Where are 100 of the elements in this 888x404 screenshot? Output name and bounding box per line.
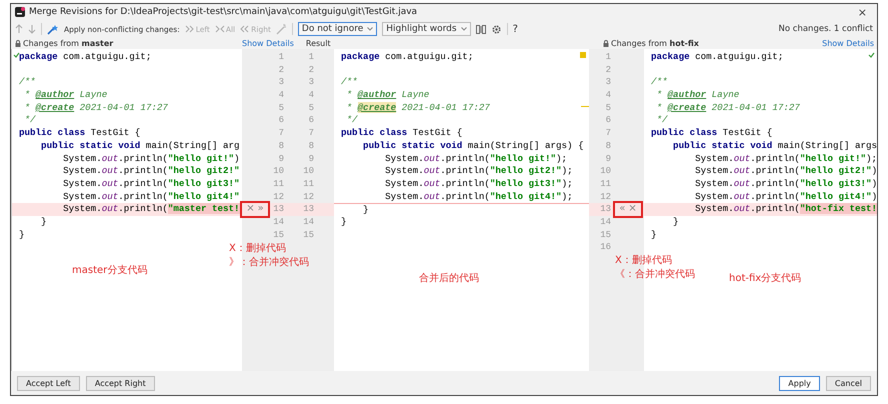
dialog-button[interactable]: Cancel: [826, 376, 871, 390]
accept-button[interactable]: Accept Right: [86, 376, 155, 390]
code-line: }: [19, 228, 25, 240]
line-number: 3: [604, 76, 611, 90]
line-number: 5: [278, 102, 284, 114]
check-icon: [868, 52, 875, 58]
code-line: System.out.println("hello git3!");: [384, 178, 573, 189]
dropdown[interactable]: Highlight words: [382, 22, 471, 36]
conflict-action-button[interactable]: ×: [628, 203, 637, 216]
code-line: public static void main(String[] arg: [40, 140, 240, 151]
conflict-action-button[interactable]: ×: [246, 203, 255, 216]
close-button[interactable]: ×: [852, 6, 873, 18]
line-number: 9: [604, 152, 611, 166]
code-line: System.out.println("hello git3!"): [694, 178, 877, 189]
code-line: package com.atguigu.git;: [651, 51, 784, 62]
lock-icon: [15, 40, 21, 47]
line-number: 5: [604, 102, 611, 114]
code-line: }: [651, 228, 657, 240]
line-number: 5: [308, 102, 314, 114]
line-number: 10: [272, 165, 284, 178]
line-number: 8: [278, 140, 284, 153]
code-line: * @create 2021-04-01 17:27: [656, 102, 800, 113]
merge-status: No changes. 1 conflict: [778, 24, 873, 34]
code-line: */: [24, 114, 36, 126]
code-line: * @create 2021-04-01 17:27: [24, 102, 168, 113]
line-number: 7: [604, 127, 611, 140]
line-number: 10: [599, 165, 611, 178]
code-line: System.out.println("hot-fix test!: [694, 203, 877, 214]
columns-icon[interactable]: [476, 24, 486, 34]
code-line: System.out.println("hello git!"): [62, 152, 240, 164]
line-number: 4: [278, 89, 284, 102]
code-line: public class TestGit {: [19, 127, 140, 138]
code-line: */: [656, 114, 668, 126]
line-number: 2: [278, 64, 284, 76]
code-line: System.out.println("hello git2!": [62, 165, 240, 176]
code-line: public class TestGit {: [651, 127, 772, 138]
line-number: 4: [308, 89, 314, 102]
line-number: 1: [308, 51, 314, 64]
line-number: 2: [604, 64, 611, 76]
line-number: 9: [278, 152, 284, 166]
line-number: 11: [599, 178, 611, 191]
line-number: 9: [308, 152, 314, 166]
annotation-note: 《：合并冲突代码: [615, 268, 695, 282]
annotation-note: X：删掉代码: [229, 242, 287, 256]
code-line: /**: [651, 76, 668, 88]
code-line: }: [672, 216, 679, 227]
line-number: 12: [272, 190, 284, 204]
line-number: 14: [599, 216, 611, 229]
line-number: 14: [302, 216, 314, 229]
line-number: 12: [599, 190, 611, 204]
chevrons-icon: [214, 25, 225, 33]
annotation-label: master分支代码: [72, 264, 148, 277]
show-details-link[interactable]: Show Details: [822, 39, 874, 48]
line-number: 6: [604, 114, 611, 128]
conflict-action-button[interactable]: »: [258, 203, 264, 216]
code-line: package com.atguigu.git;: [19, 51, 152, 62]
line-number: 7: [308, 127, 314, 140]
code-line: public static void main(String[] args: [672, 140, 877, 151]
code-editor[interactable]: [334, 49, 589, 371]
result-header: Result: [306, 39, 331, 48]
dialog-button[interactable]: Apply: [779, 376, 820, 390]
caret-icon: [367, 27, 374, 31]
code-line: System.out.println("hello git3!": [62, 178, 240, 189]
accept-button[interactable]: Accept Left: [17, 376, 80, 390]
line-number: 14: [272, 216, 284, 229]
code-line: /**: [341, 76, 358, 88]
line-number: 6: [308, 114, 314, 128]
code-line: System.out.println("hello git!");: [694, 152, 877, 164]
check-icon: [13, 52, 20, 58]
line-number: 11: [272, 178, 284, 191]
code-line: public static void main(String[] args) {: [362, 140, 584, 151]
line-number: 8: [308, 140, 314, 153]
code-line: }: [341, 216, 347, 227]
line-number: 3: [278, 76, 284, 90]
annotation-label: hot-fix分支代码: [729, 272, 802, 285]
chevrons-icon: [184, 25, 195, 33]
code-line: public class TestGit {: [341, 127, 462, 138]
line-number: 13: [272, 203, 284, 216]
line-number: 15: [302, 228, 314, 242]
line-number: 15: [599, 228, 611, 242]
settings-icon[interactable]: [490, 24, 502, 34]
line-number: 10: [302, 165, 314, 178]
show-details-link[interactable]: Show Details: [242, 39, 294, 48]
code-editor[interactable]: [11, 49, 242, 371]
pane-header: Changes from hot-fix: [611, 39, 699, 48]
line-number: 16: [599, 241, 611, 254]
annotation-label: 合并后的代码: [419, 272, 479, 285]
help-button[interactable]: ?: [512, 24, 518, 34]
magic-icon[interactable]: [47, 24, 59, 34]
pane-header: Changes from master: [23, 39, 114, 48]
code-line: System.out.println("hello git4!");: [384, 190, 573, 202]
dropdown[interactable]: Do not ignore: [298, 22, 378, 36]
line-number: 7: [278, 127, 284, 140]
line-number: 15: [272, 228, 284, 242]
code-line: package com.atguigu.git;: [341, 51, 474, 62]
line-number: 13: [599, 203, 611, 216]
change-marker: [580, 52, 586, 58]
line-number: 8: [604, 140, 611, 153]
conflict-action-button[interactable]: «: [619, 203, 626, 216]
code-line: /**: [19, 76, 36, 88]
